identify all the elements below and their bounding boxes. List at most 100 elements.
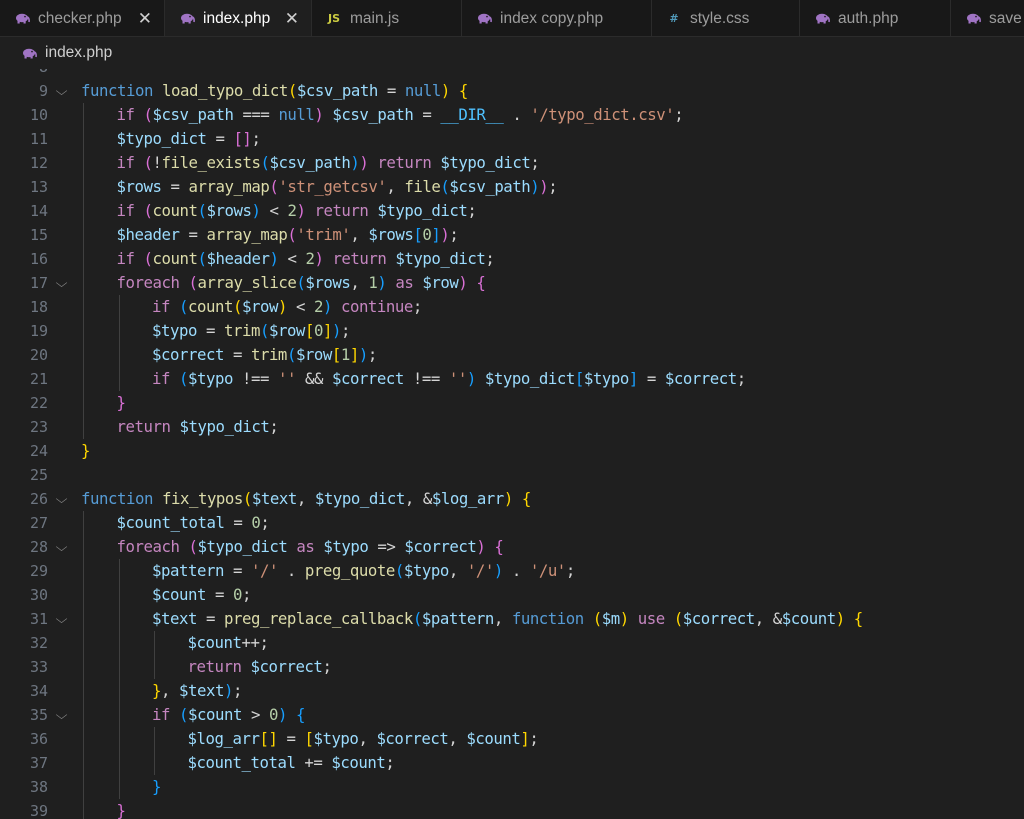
breadcrumb[interactable]: index.php [0, 37, 1024, 69]
code-line[interactable]: 37 $count_total += $count; [0, 751, 1024, 775]
indent-guide [83, 103, 84, 127]
code-token: } [116, 393, 126, 412]
code-line[interactable]: 20 $correct = trim($row[1]); [0, 343, 1024, 367]
code-token: $log_arr [187, 729, 260, 748]
tab-save[interactable]: save [951, 0, 1024, 36]
code-line[interactable]: 22} [0, 391, 1024, 415]
code-line[interactable]: 36 $log_arr[] = [$typo, $correct, $count]… [0, 727, 1024, 751]
code-line[interactable]: 12 if (!file_exists($csv_path)) return $t… [0, 151, 1024, 175]
code-token: > [241, 705, 269, 724]
indent-guide [83, 631, 84, 655]
code-text: $text = preg_replace_callback($pattern, … [152, 607, 863, 631]
fold-chevron-icon[interactable]: ⌵ [56, 535, 77, 559]
code-token: !== [403, 369, 449, 388]
code-token: ( [592, 609, 602, 628]
code-text: if (count($header) < 2) return $typo_dic… [117, 247, 495, 271]
code-token: = [205, 585, 233, 604]
line-number: 22 [29, 394, 48, 412]
code-token: file [404, 177, 441, 196]
code-line[interactable]: 25 [0, 463, 1024, 487]
code-line[interactable]: 39} [0, 799, 1024, 819]
code-line[interactable]: 32 $count++; [0, 631, 1024, 655]
code-text: if ($count > 0) { [152, 703, 305, 727]
fold-chevron-icon[interactable]: ⌵ [56, 79, 77, 103]
fold-chevron-icon[interactable]: ⌵ [56, 487, 77, 511]
code-token: return [314, 201, 369, 220]
tab-checker-php[interactable]: checker.php ✕ [0, 0, 165, 36]
code-line[interactable]: 11 $typo_dict = []; [0, 127, 1024, 151]
code-token: array_slice [197, 273, 297, 292]
code-line[interactable]: 23 return $typo_dict; [0, 415, 1024, 439]
code-token: = [196, 609, 224, 628]
code-line[interactable]: 35 ⌵ if ($count > 0) { [0, 703, 1024, 727]
indent-guide [118, 295, 120, 319]
fold-chevron-icon[interactable]: ⌵ [56, 271, 77, 295]
code-line[interactable]: 26 ⌵ function fix_typos($text, $typo_dict,… [0, 487, 1024, 511]
code-line[interactable]: 14 if (count($rows) < 2) return $typo_dic… [0, 199, 1024, 223]
code-line[interactable]: 15 $header = array_map('trim', $rows[0]); [0, 223, 1024, 247]
code-token: } [152, 777, 161, 796]
php-elephant-icon [22, 48, 38, 59]
tab-main-js[interactable]: JS main.js [312, 0, 462, 36]
indent-guide [118, 343, 120, 367]
code-token: $correct [152, 345, 224, 364]
code-token: if [116, 105, 135, 124]
css-hash-icon: # [669, 12, 679, 25]
code-text: foreach (array_slice($rows, 1) as $row) … [117, 271, 486, 295]
indent-guide [83, 703, 84, 727]
code-token: ) [440, 225, 450, 244]
code-token: ) [835, 609, 845, 628]
code-line[interactable]: 33 return $correct; [0, 655, 1024, 679]
code-line[interactable]: 9 ⌵ function load_typo_dict($csv_path = nu… [0, 79, 1024, 103]
code-line[interactable]: 24} [0, 439, 1024, 463]
code-token: ; [232, 681, 242, 700]
code-editor[interactable]: 89⌵function load_typo_dict($csv_path = n… [0, 69, 1024, 819]
code-line[interactable]: 31 ⌵ $text = preg_replace_callback($patter… [0, 607, 1024, 631]
code-token: $header [206, 249, 270, 268]
code-line[interactable]: 27 $count_total = 0; [0, 511, 1024, 535]
code-line[interactable]: 17 ⌵ foreach (array_slice($rows, 1) as $ro… [0, 271, 1024, 295]
code-token: $csv_path [296, 81, 378, 100]
code-line[interactable]: 10 if ($csv_path === null) $csv_path = __… [0, 103, 1024, 127]
fold-chevron-icon[interactable]: ⌵ [56, 703, 77, 727]
code-line[interactable]: 8 [0, 69, 1024, 79]
code-token: $typo_dict [440, 153, 531, 172]
code-line[interactable]: 13 $rows = array_map('str_getcsv', file($… [0, 175, 1024, 199]
code-token: ( [143, 153, 153, 172]
indent-guide [118, 559, 120, 583]
breadcrumb-file[interactable]: index.php [45, 44, 112, 62]
code-line[interactable]: 30 $count = 0; [0, 583, 1024, 607]
code-token: $text [251, 489, 297, 508]
tab-index-php[interactable]: index.php ✕ [165, 0, 312, 36]
code-token: 0 [313, 321, 323, 340]
code-text: return $correct; [188, 655, 332, 679]
fold-chevron-icon[interactable]: ⌵ [56, 607, 77, 631]
code-line[interactable]: 34}, $text); [0, 679, 1024, 703]
tab-style-css[interactable]: # style.css [652, 0, 800, 36]
code-token: '' [277, 369, 296, 388]
tab-index-copy-php[interactable]: index copy.php [462, 0, 652, 36]
code-token: 'trim' [296, 225, 351, 244]
tab-auth-php[interactable]: auth.php [800, 0, 951, 36]
code-line[interactable]: 21 if ($typo !== '' && $correct !== '') $… [0, 367, 1024, 391]
code-token: ; [548, 177, 558, 196]
code-token: $row [241, 297, 278, 316]
code-line[interactable]: 18 if (count($row) < 2) continue; [0, 295, 1024, 319]
code-token: ] [322, 321, 332, 340]
code-token: ! [152, 153, 162, 172]
code-token: ] [431, 225, 441, 244]
code-token: [ [574, 369, 584, 388]
code-line[interactable]: 28 ⌵ foreach ($typo_dict as $typo => $corr… [0, 535, 1024, 559]
code-token: ) [466, 369, 476, 388]
code-line[interactable]: 16 if (count($header) < 2) return $typo_d… [0, 247, 1024, 271]
code-line[interactable]: 38} [0, 775, 1024, 799]
close-icon[interactable]: ✕ [138, 9, 152, 29]
code-text: $count++; [188, 631, 269, 655]
code-line[interactable]: 29 $pattern = '/' . preg_quote($typo, '/'… [0, 559, 1024, 583]
line-number: 26 [29, 490, 48, 508]
indent-guide [154, 655, 155, 679]
indent-guide [154, 631, 155, 655]
close-icon[interactable]: ✕ [285, 9, 299, 29]
code-line[interactable]: 19 $typo = trim($row[0]); [0, 319, 1024, 343]
